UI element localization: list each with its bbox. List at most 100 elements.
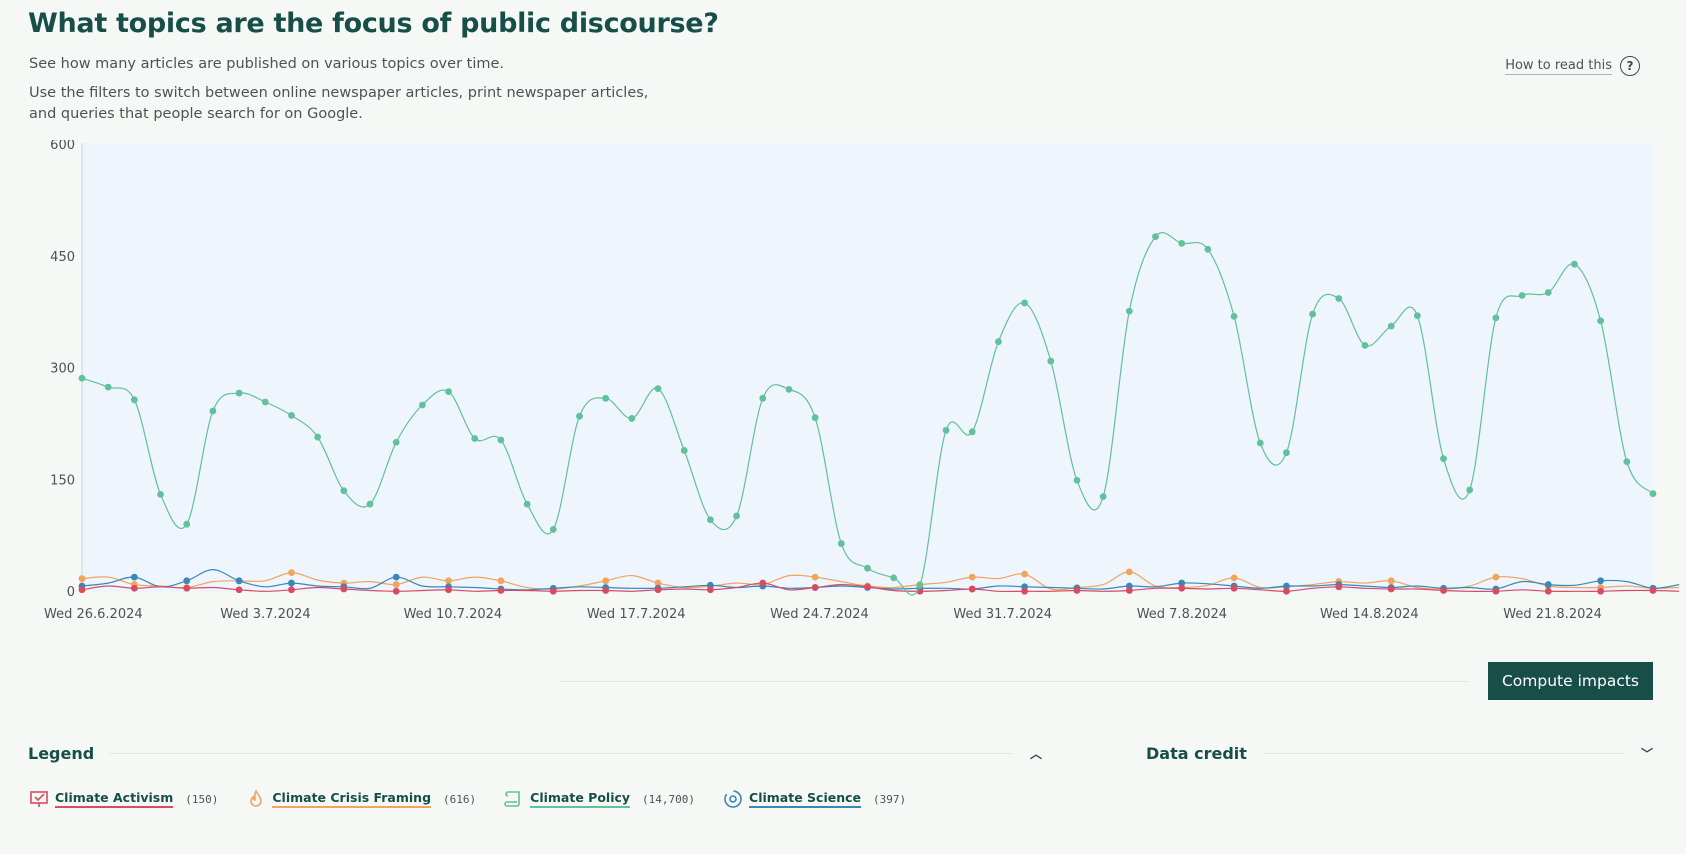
data-point	[1152, 233, 1159, 241]
data-point	[1544, 587, 1552, 595]
data-point	[314, 433, 322, 441]
data-point	[183, 577, 191, 585]
data-point	[1335, 295, 1343, 302]
data-credit-header[interactable]: Data credit ﹀	[1146, 744, 1653, 763]
data-point	[811, 584, 819, 591]
compute-row: Compute impacts	[560, 662, 1653, 700]
data-point	[968, 585, 976, 593]
data-point	[288, 569, 295, 577]
data-point	[707, 586, 714, 594]
chevron-up-icon[interactable]: ︿	[1030, 745, 1042, 762]
y-tick-label: 450	[50, 250, 75, 265]
flame-icon	[250, 789, 263, 807]
data-point	[602, 577, 610, 585]
data-point	[602, 394, 610, 402]
data-point	[1021, 299, 1028, 307]
data-point	[1125, 568, 1133, 576]
data-point	[157, 491, 164, 498]
data-point	[1256, 439, 1264, 447]
divider	[110, 753, 1014, 754]
data-point	[864, 564, 871, 572]
data-point	[497, 436, 505, 444]
data-point	[1021, 570, 1028, 578]
line-chart: 0 150 300 450 600 Wed 26.6.2024 Wed 3.7.2024 We…	[44, 140, 1680, 622]
data-point	[654, 586, 662, 594]
data-point	[759, 394, 767, 402]
protest-sign-icon	[30, 791, 48, 807]
legend-item-climate-policy[interactable]: Climate Policy (14,700)	[504, 789, 695, 809]
data-point	[1178, 584, 1186, 592]
data-point	[392, 587, 400, 595]
data-point	[1178, 239, 1186, 247]
data-point	[707, 516, 714, 524]
data-point	[811, 573, 819, 581]
x-tick-label: Wed 7.8.2024	[1137, 607, 1227, 622]
data-point	[680, 447, 688, 454]
data-point	[340, 487, 348, 495]
data-point	[78, 575, 86, 582]
y-tick-label: 300	[50, 362, 75, 377]
data-point	[471, 435, 479, 442]
chevron-down-icon[interactable]: ﹀	[1641, 745, 1653, 762]
page-title: What topics are the focus of public disc…	[28, 8, 719, 39]
y-tick-label: 150	[50, 473, 75, 488]
data-point	[1413, 312, 1421, 320]
data-point	[1440, 587, 1447, 594]
data-point	[1571, 260, 1578, 268]
data-point	[576, 412, 583, 420]
data-point	[1230, 312, 1238, 320]
legend-label: Climate Science	[749, 790, 862, 808]
legend-item-climate-activism[interactable]: Climate Activism (150)	[29, 789, 218, 809]
data-point	[340, 585, 348, 593]
data-point	[759, 579, 767, 587]
data-point	[916, 581, 924, 589]
legend-items: Climate Activism (150) Climate Crisis Fr…	[29, 789, 906, 809]
divider	[1262, 753, 1625, 754]
data-point	[1597, 587, 1605, 595]
x-tick-label: Wed 14.8.2024	[1320, 607, 1419, 622]
x-tick-label: Wed 17.7.2024	[587, 607, 686, 622]
x-tick-label: Wed 31.7.2024	[953, 607, 1052, 622]
compute-impacts-button[interactable]: Compute impacts	[1487, 662, 1653, 700]
filter-instructions: Use the filters to switch between online…	[29, 85, 649, 122]
legend-item-climate-crisis-framing[interactable]: Climate Crisis Framing (616)	[246, 789, 476, 809]
data-point	[837, 540, 845, 547]
how-to-read-link[interactable]: How to read this ?	[1505, 56, 1640, 76]
data-point	[235, 577, 243, 585]
scroll-icon	[504, 791, 520, 807]
x-tick-label: Wed 24.7.2024	[770, 607, 869, 622]
data-point	[130, 573, 138, 581]
page-description: See how many articles are published on v…	[29, 56, 505, 72]
data-point	[445, 388, 452, 395]
legend-title: Legend	[28, 744, 95, 763]
data-point	[288, 579, 295, 587]
x-tick-label: Wed 26.6.2024	[44, 607, 143, 622]
legend-count: (397)	[873, 792, 907, 806]
y-tick-label: 0	[67, 585, 75, 600]
data-point	[288, 586, 295, 594]
data-point	[1544, 289, 1552, 296]
data-point	[78, 586, 86, 594]
legend-label: Climate Crisis Framing	[272, 790, 432, 808]
data-point	[1230, 574, 1238, 582]
data-point	[183, 520, 191, 528]
data-point	[1047, 357, 1055, 365]
data-point	[261, 398, 269, 406]
data-point	[1440, 455, 1447, 463]
data-point	[1335, 583, 1343, 591]
x-tick-label: Wed 3.7.2024	[220, 607, 310, 622]
data-point	[1649, 587, 1657, 594]
data-point	[392, 438, 400, 446]
data-point	[1623, 458, 1631, 466]
data-point	[654, 385, 662, 393]
data-point	[288, 412, 295, 419]
legend-label: Climate Activism	[55, 790, 174, 808]
data-point	[1361, 342, 1369, 349]
question-mark-icon: ?	[1620, 56, 1640, 76]
legend-item-climate-science[interactable]: Climate Science (397)	[723, 789, 906, 809]
data-point	[890, 574, 898, 582]
legend-header[interactable]: Legend ︿	[28, 744, 1042, 763]
data-point	[1073, 587, 1081, 594]
data-point	[1544, 581, 1552, 588]
data-point	[1283, 587, 1290, 595]
